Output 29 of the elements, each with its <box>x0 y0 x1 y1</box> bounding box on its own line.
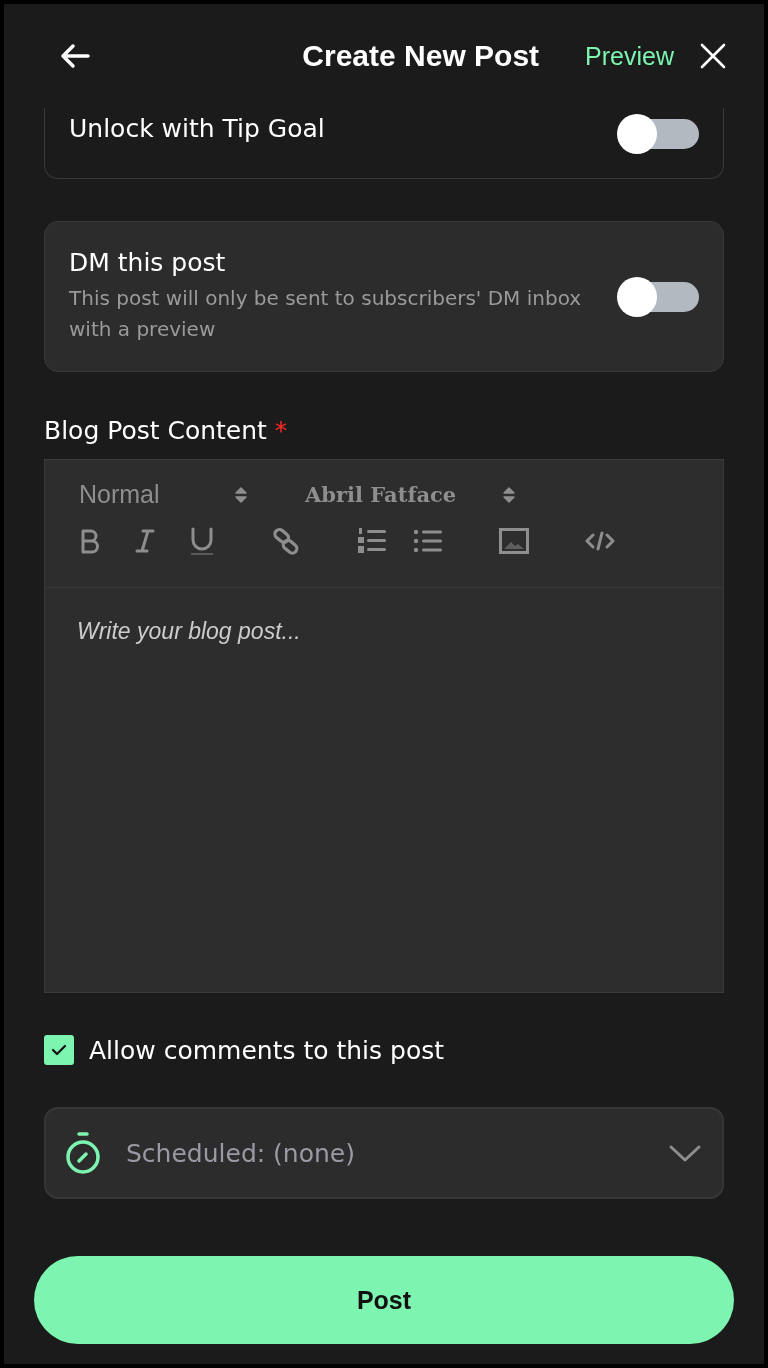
back-button[interactable] <box>58 42 92 70</box>
bullet-list-icon[interactable] <box>413 528 443 554</box>
page-title: Create New Post <box>302 39 540 73</box>
style-select[interactable]: Normal <box>79 480 247 509</box>
checkbox-label: Allow comments to this post <box>89 1035 445 1065</box>
post-button[interactable]: Post <box>34 1256 734 1344</box>
bold-icon[interactable] <box>79 528 101 554</box>
toggle-title: Unlock with Tip Goal <box>69 114 326 143</box>
code-icon[interactable] <box>585 530 615 552</box>
numbered-list-icon[interactable] <box>357 527 387 555</box>
link-icon[interactable] <box>271 526 301 556</box>
toggle-switch[interactable] <box>617 114 699 154</box>
italic-icon[interactable] <box>135 528 155 554</box>
close-button[interactable] <box>700 43 726 69</box>
font-select[interactable]: Abril Fatface <box>305 482 515 507</box>
blog-content-field[interactable]: Write your blog post... <box>45 588 723 992</box>
schedule-dropdown[interactable]: Scheduled: (none) <box>44 1107 724 1199</box>
back-arrow-icon <box>58 42 92 70</box>
chevron-down-icon <box>668 1143 702 1163</box>
comments-checkbox[interactable] <box>44 1035 74 1065</box>
preview-link[interactable]: Preview <box>585 41 674 71</box>
field-label: Blog Post Content * <box>44 416 289 445</box>
underline-icon[interactable] <box>189 526 215 556</box>
toggle-switch[interactable] <box>617 276 699 317</box>
check-icon <box>51 1044 67 1056</box>
close-icon <box>700 43 726 69</box>
toggle-title: DM this post <box>69 248 227 277</box>
toggle-description: This post will only be sent to subscribers' DM inbox with a preview <box>69 285 583 343</box>
image-icon[interactable] <box>499 528 529 554</box>
